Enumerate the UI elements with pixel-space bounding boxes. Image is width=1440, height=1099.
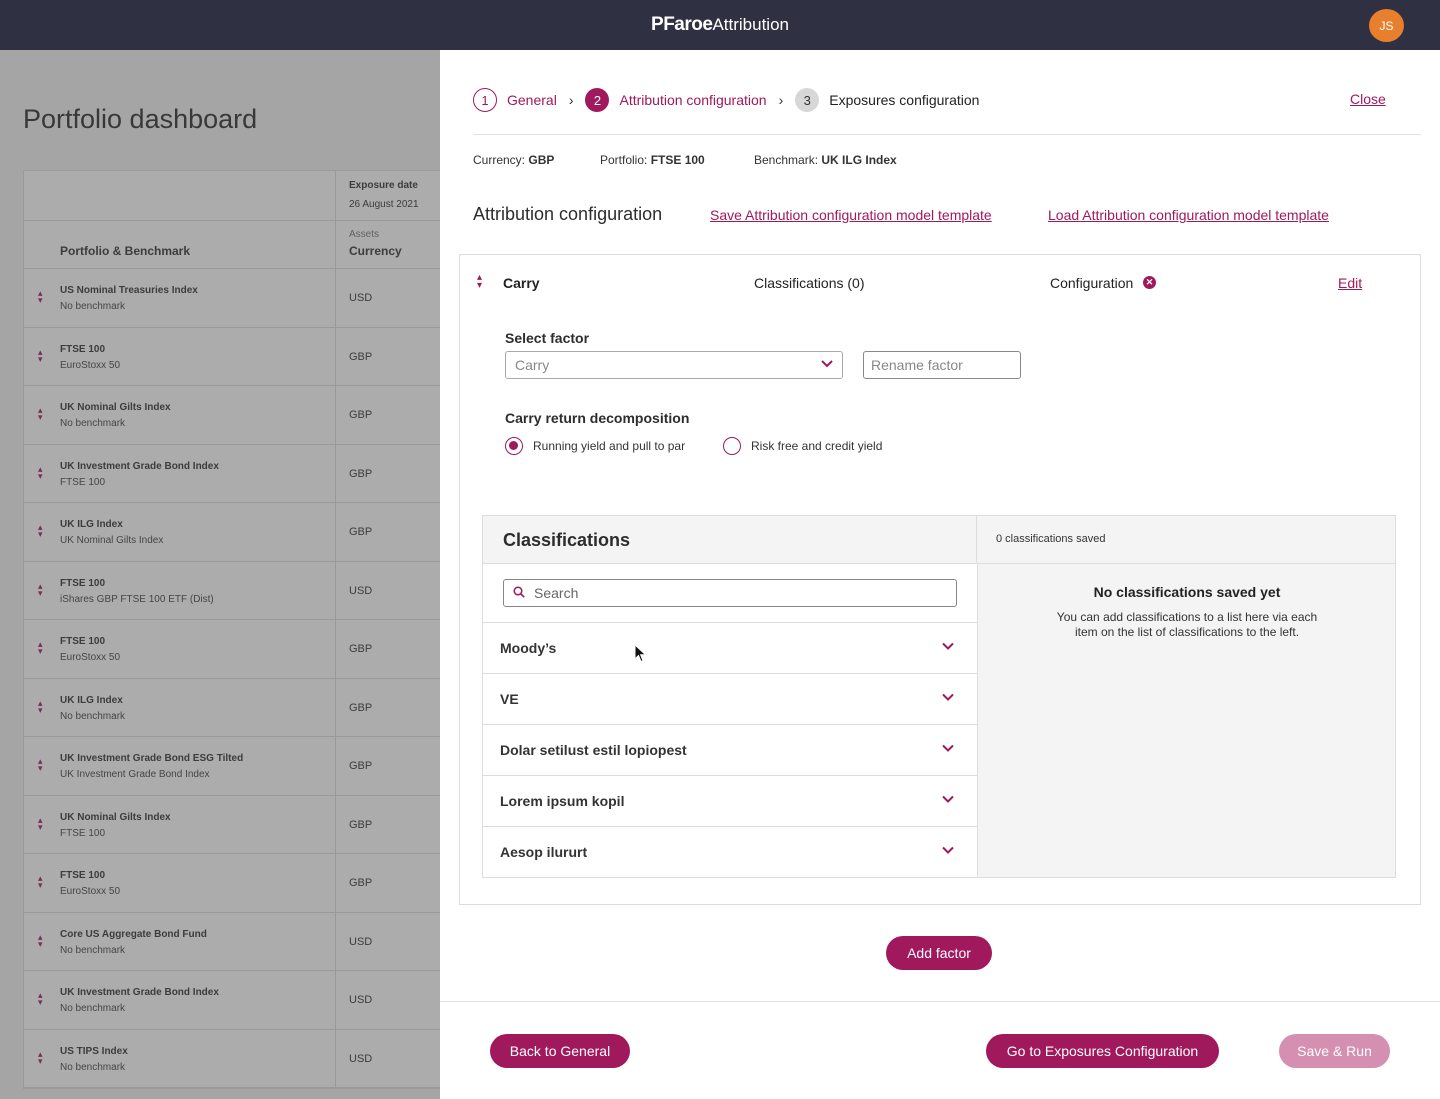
radio-button[interactable] bbox=[723, 437, 741, 455]
step-number: 2 bbox=[585, 88, 610, 112]
stepper: 1 General › 2 Attribution configuration … bbox=[473, 88, 979, 112]
classification-label: Aesop ilururt bbox=[500, 844, 588, 860]
step-label: General bbox=[507, 92, 557, 108]
save-template-link[interactable]: Save Attribution configuration model tem… bbox=[710, 207, 992, 223]
classification-item[interactable]: VE bbox=[483, 673, 977, 724]
step-number: 3 bbox=[795, 88, 820, 112]
radio-label: Running yield and pull to par bbox=[533, 439, 686, 453]
step-attribution-configuration[interactable]: 2 Attribution configuration bbox=[585, 88, 767, 112]
step-label: Exposures configuration bbox=[829, 92, 980, 108]
close-link[interactable]: Close bbox=[1350, 91, 1386, 107]
radio-running-yield[interactable]: Running yield and pull to par bbox=[505, 437, 685, 455]
saved-classifications-header: 0 classifications saved bbox=[977, 516, 1395, 564]
divider bbox=[440, 1001, 1440, 1002]
factor-select[interactable]: Carry bbox=[505, 351, 843, 379]
step-number: 1 bbox=[473, 88, 497, 112]
go-to-exposures-button[interactable]: Go to Exposures Configuration bbox=[986, 1034, 1219, 1068]
factor-card: ▴ ▾ Carry Classifications (0) Configurati… bbox=[459, 254, 1421, 905]
classification-item[interactable]: Dolar setilust estil lopiopest bbox=[483, 724, 977, 775]
classification-label: Dolar setilust estil lopiopest bbox=[500, 742, 687, 758]
currency-info: Currency: GBP bbox=[473, 153, 555, 167]
search-input[interactable] bbox=[534, 582, 944, 604]
modal-backdrop[interactable] bbox=[0, 50, 440, 1099]
factor-select-value: Carry bbox=[515, 357, 550, 373]
factor-configuration-label: Configuration bbox=[1050, 275, 1134, 291]
step-general[interactable]: 1 General bbox=[473, 88, 557, 112]
reorder-handle-icon[interactable]: ▴ ▾ bbox=[477, 273, 482, 291]
classification-item[interactable]: Moody’s bbox=[483, 622, 977, 673]
classifications-panel: Classifications 0 classifications saved … bbox=[482, 515, 1396, 878]
classifications-header: Classifications bbox=[483, 516, 977, 564]
load-template-link[interactable]: Load Attribution configuration model tem… bbox=[1048, 207, 1329, 223]
saved-count: 0 classifications saved bbox=[996, 533, 1106, 545]
carry-decomposition-label: Carry return decomposition bbox=[505, 410, 690, 426]
factor-classifications-count: Classifications (0) bbox=[754, 275, 865, 291]
radio-risk-free[interactable]: Risk free and credit yield bbox=[723, 437, 882, 455]
error-icon: ✕ bbox=[1143, 276, 1156, 289]
chevron-down-icon[interactable] bbox=[941, 741, 955, 758]
add-factor-button[interactable]: Add factor bbox=[886, 936, 992, 970]
select-factor-label: Select factor bbox=[505, 330, 590, 346]
chevron-down-icon[interactable] bbox=[941, 792, 955, 809]
benchmark-info: Benchmark: UK ILG Index bbox=[754, 153, 897, 167]
empty-state-title: No classifications saved yet bbox=[1093, 584, 1281, 600]
chevron-down-icon[interactable] bbox=[941, 639, 955, 656]
avatar[interactable]: JS bbox=[1369, 9, 1404, 42]
save-and-run-button[interactable]: Save & Run bbox=[1279, 1034, 1390, 1068]
classifications-title: Classifications bbox=[503, 530, 631, 550]
saved-classifications-empty: No classifications saved yet You can add… bbox=[977, 564, 1395, 877]
portfolio-info: Portfolio: FTSE 100 bbox=[600, 153, 705, 167]
section-title: Attribution configuration bbox=[473, 204, 663, 224]
chevron-down-icon[interactable] bbox=[941, 843, 955, 860]
classification-label: Lorem ipsum kopil bbox=[500, 793, 625, 809]
classification-item[interactable]: Aesop ilururt bbox=[483, 826, 977, 877]
attribution-config-panel: 1 General › 2 Attribution configuration … bbox=[440, 50, 1440, 1099]
empty-state-text: You can add classifications to a list he… bbox=[1056, 610, 1318, 639]
chevron-right-icon: › bbox=[568, 92, 574, 108]
back-to-general-button[interactable]: Back to General bbox=[490, 1034, 630, 1068]
factor-name: Carry bbox=[503, 275, 540, 291]
radio-label: Risk free and credit yield bbox=[751, 439, 883, 453]
rename-factor-input[interactable] bbox=[863, 351, 1021, 379]
classification-label: Moody’s bbox=[500, 640, 557, 656]
divider bbox=[473, 134, 1421, 135]
chevron-down-icon[interactable] bbox=[941, 690, 955, 707]
step-label: Attribution configuration bbox=[619, 92, 767, 108]
app-logo: PFaroeAttribution bbox=[651, 14, 789, 35]
chevron-right-icon: › bbox=[778, 92, 784, 108]
radio-button-selected[interactable] bbox=[505, 437, 523, 455]
search-icon bbox=[513, 586, 525, 598]
classification-search[interactable] bbox=[503, 579, 957, 607]
classification-list: Moody’s VE Dolar setilust estil lopiopest L… bbox=[483, 622, 977, 877]
classification-item[interactable]: Lorem ipsum kopil bbox=[483, 775, 977, 826]
edit-factor-link[interactable]: Edit bbox=[1338, 275, 1362, 291]
classification-label: VE bbox=[500, 691, 519, 707]
mouse-cursor-icon bbox=[634, 644, 647, 663]
step-exposures-configuration[interactable]: 3 Exposures configuration bbox=[795, 88, 979, 112]
top-bar: PFaroeAttribution JS bbox=[0, 0, 1440, 50]
chevron-down-icon bbox=[820, 355, 834, 376]
